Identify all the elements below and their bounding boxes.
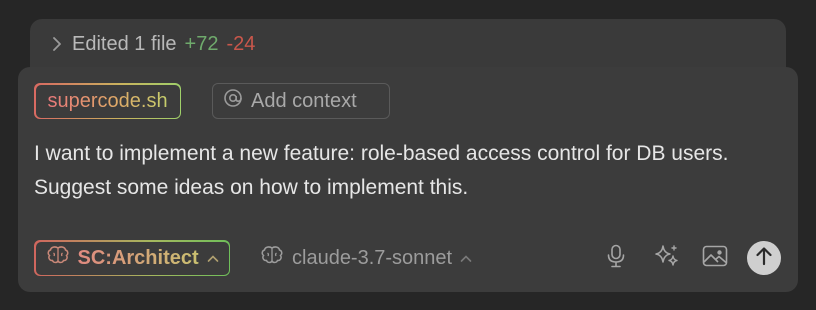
add-context-button[interactable]: Add context	[212, 83, 390, 119]
mode-label: SC:Architect	[77, 246, 199, 269]
context-file-name: supercode.sh	[47, 89, 168, 112]
edited-summary[interactable]: Edited 1 file +72 -24	[50, 31, 255, 57]
at-sign-icon	[223, 88, 243, 114]
send-arrow-icon	[755, 246, 773, 271]
model-selector[interactable]: claude-3.7-sonnet	[260, 240, 472, 276]
brain-icon	[46, 245, 70, 271]
message-input[interactable]: I want to implement a new feature: role-…	[34, 137, 784, 205]
enhance-button[interactable]	[651, 242, 683, 274]
microphone-button[interactable]	[600, 242, 632, 274]
model-label: claude-3.7-sonnet	[292, 246, 453, 269]
send-button[interactable]	[747, 241, 781, 275]
edited-label: Edited 1 file	[72, 32, 177, 55]
context-file-chip[interactable]: supercode.sh	[34, 83, 182, 119]
chevron-up-icon	[460, 247, 472, 270]
image-icon	[702, 245, 728, 272]
chat-composer: supercode.sh Add context I want to imple…	[18, 67, 798, 292]
chevron-up-icon	[207, 247, 219, 270]
sparkles-icon	[654, 243, 680, 274]
attach-image-button[interactable]	[699, 242, 731, 274]
chevron-right-icon[interactable]	[50, 37, 64, 51]
brain-icon	[260, 245, 284, 271]
microphone-icon	[606, 244, 626, 273]
additions-count: +72	[184, 32, 219, 55]
add-context-label: Add context	[251, 89, 357, 112]
deletions-count: -24	[226, 32, 256, 55]
mode-selector[interactable]: SC:Architect	[34, 240, 231, 276]
